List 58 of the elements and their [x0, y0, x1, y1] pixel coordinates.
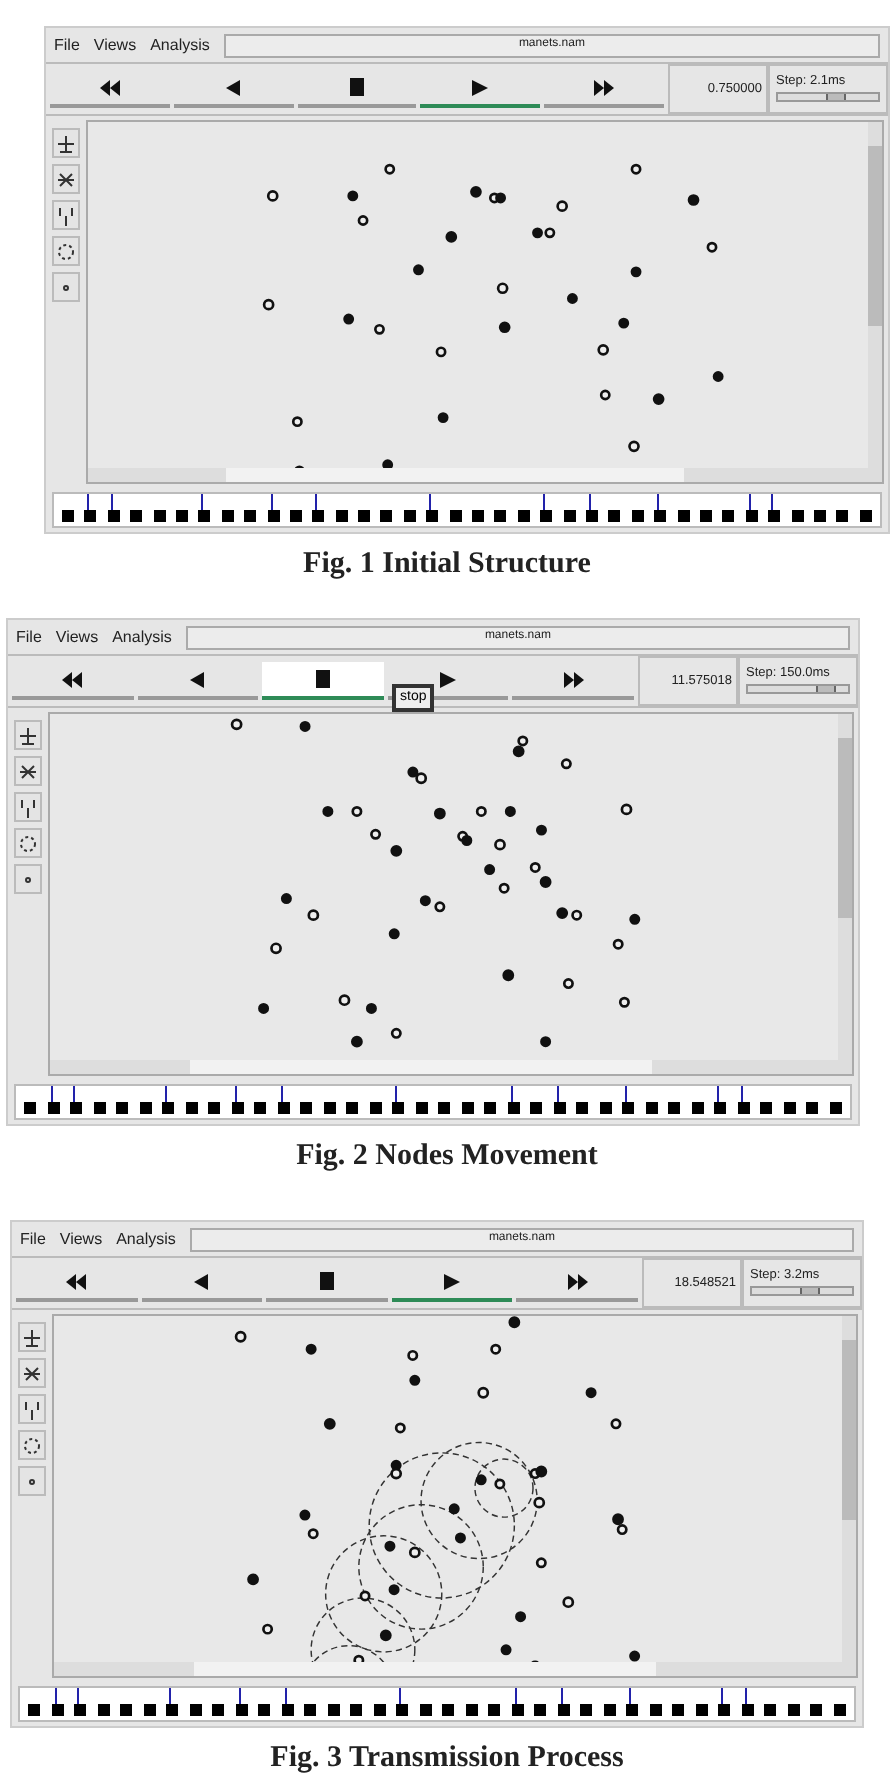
step-back-icon — [194, 1273, 209, 1289]
step-back-icon — [226, 79, 241, 95]
stop-icon — [315, 670, 330, 688]
tool-button[interactable] — [52, 272, 80, 302]
tool-button[interactable] — [18, 1430, 46, 1460]
rewind-icon — [99, 79, 120, 95]
tool-button[interactable] — [18, 1358, 46, 1388]
play-icon — [440, 671, 457, 687]
menu-item[interactable]: Analysis — [112, 625, 172, 649]
menu-item[interactable]: Views — [93, 33, 137, 57]
step-slider[interactable] — [776, 92, 880, 103]
fast-forward-icon — [563, 671, 584, 687]
step-slider[interactable] — [750, 1286, 854, 1297]
tool-button[interactable] — [18, 1322, 46, 1352]
tool-button[interactable] — [52, 128, 80, 158]
tool-button[interactable] — [14, 756, 42, 786]
tool-button[interactable] — [14, 864, 42, 894]
vertical-scrollbar[interactable] — [868, 122, 882, 468]
horizontal-scrollbar[interactable] — [50, 1060, 852, 1074]
stop-icon — [319, 1272, 334, 1290]
tool-button[interactable] — [52, 236, 80, 266]
circle-icon — [20, 1433, 44, 1457]
figure-caption: Fig. 1 Initial Structure — [301, 546, 593, 584]
step-slider[interactable] — [746, 684, 850, 695]
vertical-scrollbar[interactable] — [842, 1316, 856, 1662]
tool-button[interactable] — [18, 1394, 46, 1424]
figure-caption: Fig. 2 Nodes Movement — [294, 1138, 600, 1176]
tool-button[interactable] — [14, 792, 42, 822]
stop-icon — [349, 78, 364, 96]
step-back-icon — [190, 671, 205, 687]
menu-item[interactable]: File — [16, 625, 42, 649]
menu-item[interactable]: Analysis — [116, 1227, 176, 1251]
horizontal-scrollbar[interactable] — [54, 1662, 856, 1676]
tool-button[interactable] — [18, 1466, 46, 1496]
playback-button[interactable] — [262, 662, 384, 700]
fast-forward-icon — [594, 79, 615, 95]
slider-thumb[interactable] — [816, 686, 836, 693]
tool-button[interactable] — [52, 200, 80, 230]
menu-item[interactable]: File — [54, 33, 80, 57]
menu-item[interactable]: Views — [59, 1227, 103, 1251]
tool-button[interactable] — [52, 164, 80, 194]
circle-icon — [16, 831, 40, 855]
slider-thumb[interactable] — [826, 94, 846, 101]
tool-button[interactable] — [14, 720, 42, 750]
rewind-icon — [62, 671, 83, 687]
slider-thumb[interactable] — [800, 1288, 820, 1295]
vertical-scrollbar[interactable] — [838, 714, 852, 1060]
menu-item[interactable]: Views — [55, 625, 99, 649]
menu-item[interactable]: File — [20, 1227, 46, 1251]
rewind-icon — [66, 1273, 87, 1289]
fast-forward-icon — [567, 1273, 588, 1289]
menu-item[interactable]: Analysis — [150, 33, 210, 57]
horizontal-scrollbar[interactable] — [88, 468, 882, 482]
figure-caption: Fig. 3 Transmission Process — [268, 1740, 626, 1778]
tool-button[interactable] — [14, 828, 42, 858]
play-icon — [472, 79, 489, 95]
circle-icon — [54, 239, 78, 263]
play-icon — [444, 1273, 461, 1289]
